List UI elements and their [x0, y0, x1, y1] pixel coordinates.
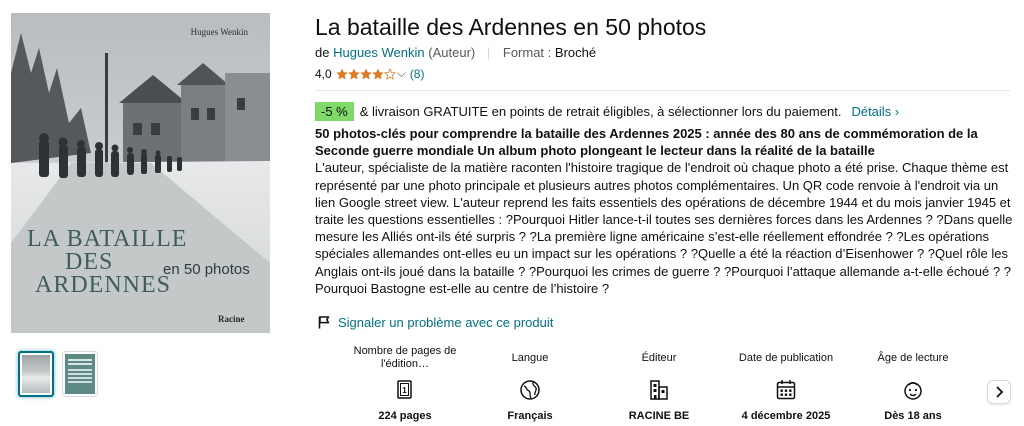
attribute-label: Éditeur — [641, 351, 677, 364]
product-cover-image[interactable]: Hugues Wenkin La bataille des Ardennes e… — [11, 13, 270, 333]
author-link[interactable]: Hugues Wenkin — [333, 45, 425, 60]
author-role: (Auteur) — [428, 45, 476, 60]
discount-badge: -5 % — [315, 102, 354, 121]
cover-publisher: Racine — [218, 314, 245, 324]
byline: de Hugues Wenkin (Auteur) | Format : Bro… — [315, 45, 596, 61]
product-attributes-carousel: Nombre de pages de l'édition… 1 224 page… — [345, 344, 985, 426]
attribute-value: 4 décembre 2025 — [741, 410, 831, 422]
pages-icon: 1 — [345, 377, 465, 403]
rating-count-link[interactable]: (8) — [410, 67, 425, 81]
calendar-icon — [726, 377, 846, 403]
chevron-down-icon[interactable]: ⌵ — [397, 66, 406, 81]
star-full-icon — [347, 67, 360, 79]
carousel-next-button[interactable] — [987, 380, 1011, 404]
cover-title-line-1: La bataille — [27, 226, 188, 252]
image-thumbnails — [18, 351, 98, 397]
attribute-value: RACINE BE — [628, 410, 690, 422]
byline-separator: | — [486, 45, 491, 60]
star-empty-icon — [383, 67, 396, 80]
description-headline: 50 photos-clés pour comprendre la batail… — [315, 126, 978, 159]
star-rating-icon[interactable] — [335, 67, 396, 80]
flag-icon — [318, 316, 330, 329]
chevron-right-icon — [996, 386, 1004, 398]
attribute-label: Nombre de pages de l'édition… — [353, 345, 457, 370]
by-prefix: de — [315, 45, 330, 60]
attribute-value: Dès 18 ans — [884, 410, 942, 422]
attribute-publication-date: Date de publication 4 décembre 2025 — [726, 344, 846, 423]
attribute-label: Âge de lecture — [877, 351, 949, 364]
star-full-icon — [371, 67, 384, 79]
product-title: La bataille des Ardennes en 50 photos — [315, 14, 707, 40]
report-problem-link[interactable]: Signaler un problème avec ce produit — [318, 315, 553, 330]
attribute-publisher: Éditeur RACINE BE — [599, 344, 719, 423]
attribute-pages: Nombre de pages de l'édition… 1 224 page… — [345, 344, 465, 422]
attribute-value: Français — [507, 410, 553, 422]
section-divider — [315, 90, 1010, 91]
attribute-value: 224 pages — [378, 410, 432, 422]
star-full-icon — [359, 67, 372, 79]
product-description: 50 photos-clés pour comprendre la batail… — [315, 125, 1015, 297]
format-label: Format : — [502, 45, 552, 60]
deal-line: -5 % & livraison GRATUITE en points de r… — [315, 102, 899, 121]
cover-subtitle: en 50 photos — [163, 261, 250, 278]
attribute-label: Langue — [511, 351, 549, 364]
rating-summary[interactable]: 4,0 ⌵ (8) — [315, 66, 424, 81]
delivery-text: & livraison GRATUITE en points de retrai… — [359, 104, 842, 119]
details-link[interactable]: Détails › — [851, 104, 899, 119]
description-body: L'auteur, spécialiste de la matière raco… — [315, 160, 1013, 296]
report-problem-label: Signaler un problème avec ce produit — [338, 315, 554, 330]
building-icon — [599, 377, 719, 403]
format-value: Broché — [554, 45, 597, 60]
attribute-label: Date de publication — [738, 351, 834, 364]
globe-icon — [470, 377, 590, 403]
cover-author: Hugues Wenkin — [190, 27, 248, 37]
rating-value: 4,0 — [315, 66, 332, 81]
svg-text:1: 1 — [402, 386, 407, 395]
thumbnail-back[interactable] — [62, 351, 98, 397]
thumbnail-cover[interactable] — [18, 351, 54, 397]
star-full-icon — [335, 67, 348, 79]
attribute-language: Langue Français — [470, 344, 590, 423]
attribute-reading-age: Âge de lecture Dès 18 ans — [853, 344, 973, 423]
child-face-icon — [853, 377, 973, 403]
